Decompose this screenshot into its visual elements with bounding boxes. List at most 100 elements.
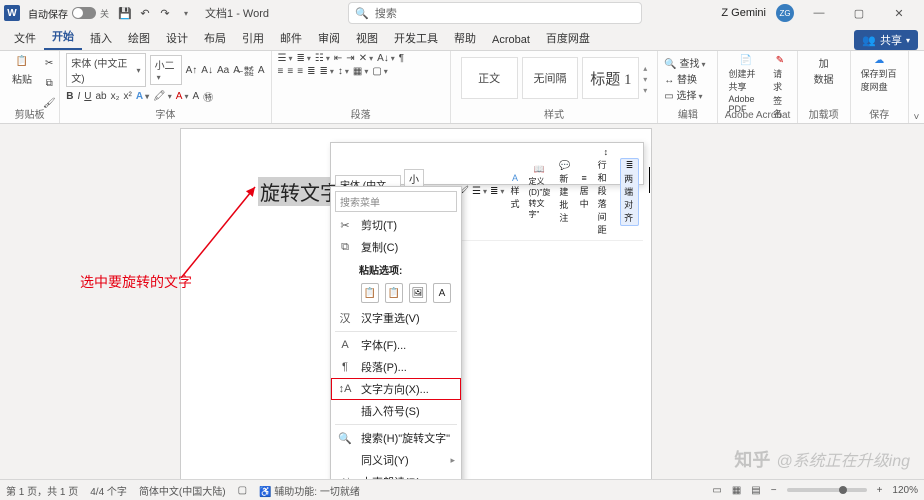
change-case-icon[interactable]: Aa — [217, 65, 229, 76]
subscript-icon[interactable]: x₂ — [111, 91, 120, 102]
redo-icon[interactable]: ↷ — [157, 5, 173, 21]
sb-words[interactable]: 4/4 个字 — [90, 483, 127, 498]
tab-help[interactable]: 帮助 — [446, 26, 484, 50]
replace-button[interactable]: ↔ 替换 — [664, 71, 711, 86]
sort-icon[interactable]: A↓ — [377, 53, 395, 64]
borders-icon[interactable]: ▢ — [372, 66, 387, 77]
save-baidu-button[interactable]: ☁ 保存到百度网盘 — [857, 53, 902, 95]
macro-record-icon[interactable]: ▢ — [238, 485, 247, 496]
bold-icon[interactable]: B — [66, 91, 73, 102]
mini-justify-button[interactable]: ≣ 两端对齐 — [620, 158, 639, 226]
paste-picture-icon[interactable]: 🖼 — [409, 283, 427, 303]
bullets-icon[interactable]: ☰ — [278, 53, 293, 64]
cm-chinese-reselect[interactable]: 汉 汉字重选(V) — [331, 307, 461, 329]
share-button[interactable]: 👥 共享 ▾ — [854, 30, 918, 50]
cm-synonyms[interactable]: 同义词(Y) — [331, 449, 461, 471]
styles-gallery[interactable]: 正文 无间隔 标题 1 ▴ ▾ ▾ — [457, 53, 652, 105]
qat-customize-icon[interactable] — [177, 5, 193, 21]
tab-acrobat[interactable]: Acrobat — [484, 30, 538, 50]
numbering-icon[interactable]: ≣ — [297, 53, 311, 64]
sb-page[interactable]: 第 1 页，共 1 页 — [6, 483, 78, 498]
char-border-icon[interactable]: A — [258, 65, 265, 76]
shading-icon[interactable]: ▦ — [353, 66, 368, 77]
style-heading1[interactable]: 标题 1 — [582, 57, 639, 99]
paste-merge-icon[interactable]: 📋 — [385, 283, 403, 303]
style-normal[interactable]: 正文 — [461, 57, 518, 99]
align-right-icon[interactable]: ≡ — [297, 66, 303, 77]
tab-file[interactable]: 文件 — [6, 26, 44, 50]
decrease-indent-icon[interactable]: ⇤ — [334, 53, 342, 64]
tab-layout[interactable]: 布局 — [196, 26, 234, 50]
tab-references[interactable]: 引用 — [234, 26, 272, 50]
minimize-button[interactable]: — — [804, 7, 834, 19]
select-button[interactable]: ▭ 选择 — [664, 87, 711, 102]
tab-view[interactable]: 视图 — [348, 26, 386, 50]
align-left-icon[interactable]: ≡ — [278, 66, 284, 77]
zoom-slider[interactable] — [787, 488, 867, 492]
font-family-select[interactable]: 宋体 (中文正文) — [66, 53, 145, 87]
style-no-spacing[interactable]: 无间隔 — [522, 57, 579, 99]
line-spacing-icon[interactable]: ↕ — [338, 66, 349, 77]
justify-icon[interactable]: ≣ — [307, 66, 315, 77]
decrease-font-icon[interactable]: A↓ — [201, 65, 213, 76]
enclose-char-icon[interactable]: ㊕ — [203, 89, 213, 104]
superscript-icon[interactable]: x² — [123, 91, 131, 102]
cm-paragraph[interactable]: ¶ 段落(P)... — [331, 356, 461, 378]
gallery-more-icon[interactable]: ▾ — [643, 86, 647, 95]
strike-icon[interactable]: ab — [95, 91, 106, 102]
view-read-icon[interactable]: ▭ — [712, 485, 721, 496]
multilevel-icon[interactable]: ☷ — [315, 53, 330, 64]
paste-keep-source-icon[interactable]: 📋 — [361, 283, 379, 303]
addin-button[interactable]: 加 数据 — [804, 53, 844, 88]
mini-bullets-icon[interactable]: ☰ — [472, 186, 487, 197]
gallery-up-icon[interactable]: ▴ — [643, 64, 647, 73]
char-shading-icon[interactable]: A — [192, 91, 199, 102]
increase-indent-icon[interactable]: ⇥ — [346, 53, 354, 64]
zoom-out-icon[interactable]: − — [771, 485, 777, 496]
tab-mailings[interactable]: 邮件 — [272, 26, 310, 50]
mini-spacing-button[interactable]: ↕ 行和段落间距 — [595, 146, 617, 237]
distributed-icon[interactable]: ≣ — [319, 66, 333, 77]
view-print-icon[interactable]: ▦ — [732, 485, 741, 496]
tab-developer[interactable]: 开发工具 — [386, 26, 446, 50]
paste-button[interactable]: 📋 粘贴 — [6, 53, 38, 86]
autosave-toggle[interactable]: 自动保存 关 — [24, 4, 113, 23]
cm-cut[interactable]: ✂ 剪切(T) — [331, 214, 461, 236]
toggle-switch[interactable] — [72, 7, 96, 19]
tab-home[interactable]: 开始 — [44, 24, 82, 50]
text-effects-icon[interactable]: A — [136, 91, 149, 102]
mini-center-button[interactable]: ≡ 居中 — [577, 172, 592, 211]
view-web-icon[interactable]: ▤ — [751, 485, 760, 496]
cm-copy[interactable]: ⧉ 复制(C) — [331, 236, 461, 258]
cm-font[interactable]: A 字体(F)... — [331, 334, 461, 356]
show-marks-icon[interactable]: ¶ — [399, 53, 404, 64]
font-size-select[interactable]: 小二 — [150, 55, 182, 85]
tab-design[interactable]: 设计 — [158, 26, 196, 50]
paste-text-icon[interactable]: A — [433, 283, 451, 303]
user-avatar[interactable]: ZG — [776, 4, 794, 22]
context-search-input[interactable]: 搜索菜单 — [335, 191, 457, 212]
collapse-ribbon-icon[interactable]: ˅ — [914, 112, 920, 123]
cm-text-direction[interactable]: ↕A 文字方向(X)... — [331, 378, 461, 400]
mini-new-comment-button[interactable]: 💬 新建批注 — [556, 159, 573, 225]
increase-font-icon[interactable]: A↑ — [186, 65, 198, 76]
zoom-value[interactable]: 120% — [892, 485, 918, 496]
tab-baidu[interactable]: 百度网盘 — [538, 26, 598, 50]
italic-icon[interactable]: I — [77, 91, 80, 102]
gallery-down-icon[interactable]: ▾ — [643, 75, 647, 84]
undo-icon[interactable]: ↶ — [137, 5, 153, 21]
maximize-button[interactable]: ▢ — [844, 7, 874, 20]
cut-icon[interactable]: ✂ — [41, 55, 57, 71]
close-button[interactable]: ✕ — [884, 7, 914, 20]
phonetic-icon[interactable]: ㍿ — [244, 63, 254, 78]
highlight-icon[interactable]: 🖍 — [153, 91, 172, 102]
zoom-in-icon[interactable]: + — [877, 485, 883, 496]
user-name[interactable]: Z Gemini — [721, 7, 766, 19]
font-color-icon[interactable]: A — [176, 91, 189, 102]
search-input[interactable]: 🔍 搜索 — [348, 2, 642, 24]
copy-icon[interactable]: ⧉ — [41, 75, 57, 91]
cm-insert-symbol[interactable]: 插入符号(S) — [331, 400, 461, 422]
find-button[interactable]: 🔍 查找 — [664, 55, 711, 70]
tab-review[interactable]: 审阅 — [310, 26, 348, 50]
sb-lang[interactable]: 简体中文(中国大陆) — [139, 483, 226, 498]
